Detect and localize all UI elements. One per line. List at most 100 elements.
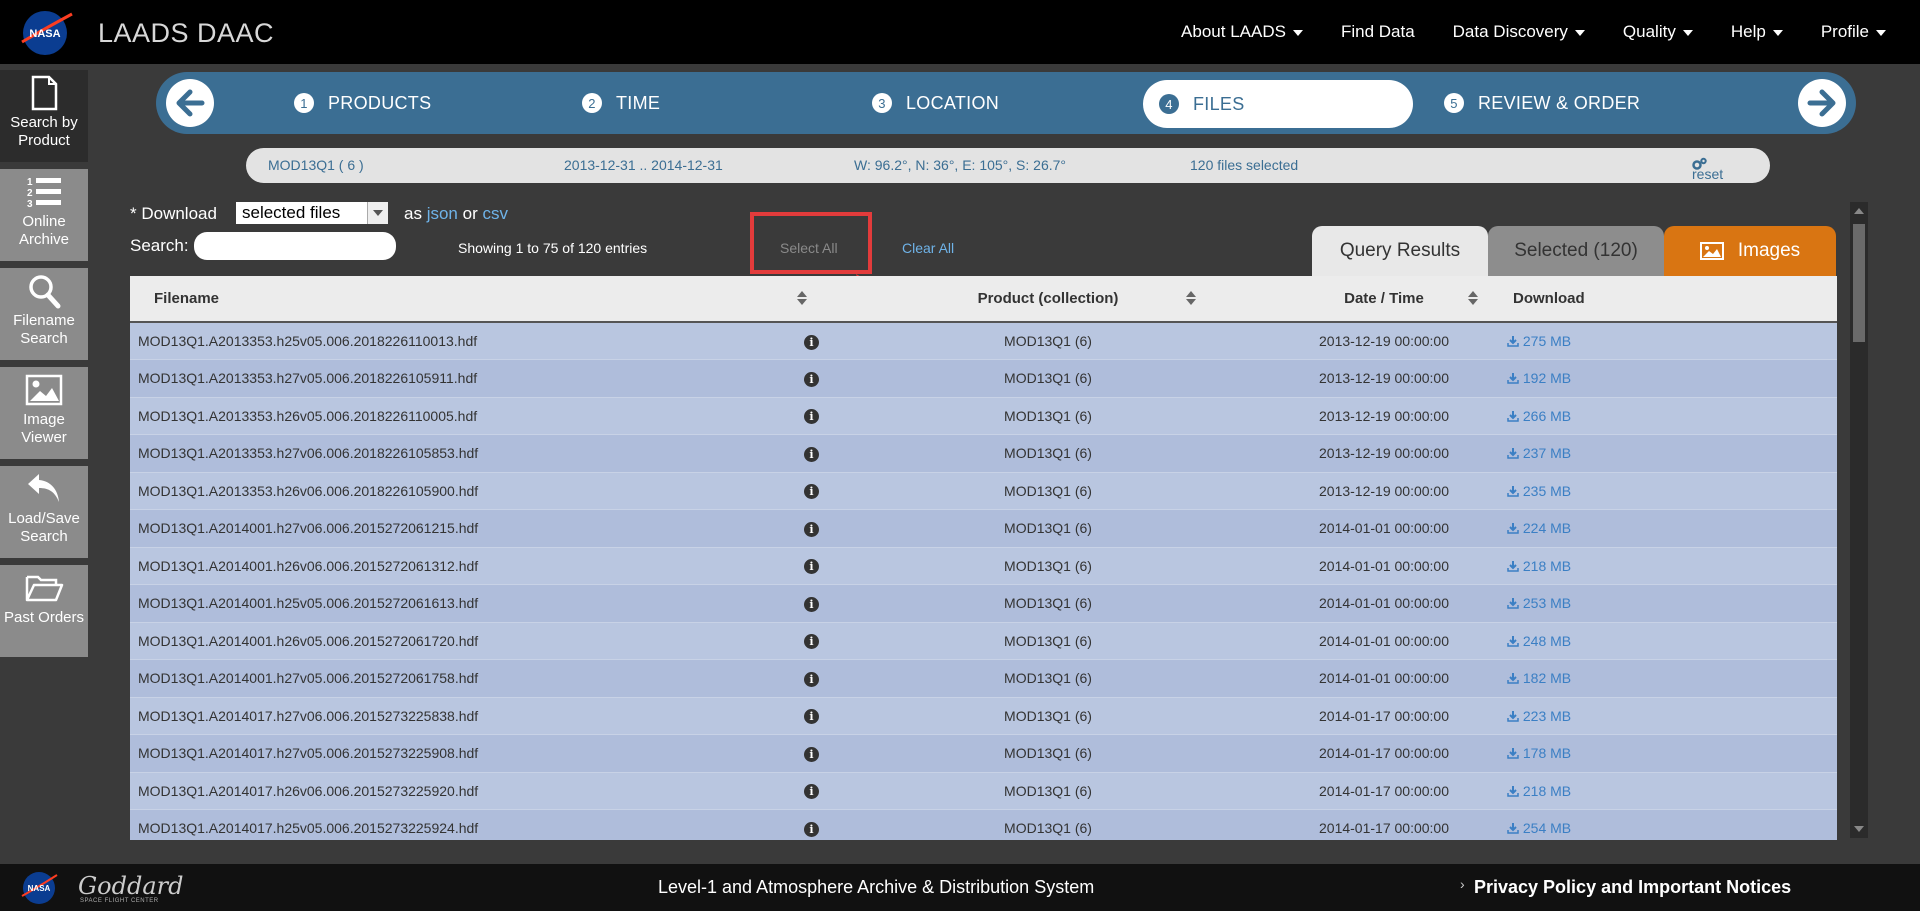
info-icon[interactable]: i: [804, 746, 819, 762]
table-row[interactable]: MOD13Q1.A2013353.h26v06.006.201822610590…: [130, 472, 1837, 510]
info-icon[interactable]: i: [804, 634, 819, 650]
cell-product: MOD13Q1 (6): [1004, 595, 1092, 612]
scrollbar-thumb[interactable]: [1853, 224, 1865, 342]
table-row[interactable]: MOD13Q1.A2014017.h27v05.006.201527322590…: [130, 734, 1837, 773]
tab-selected[interactable]: Selected (120): [1488, 226, 1664, 276]
download-icon: [1507, 523, 1519, 534]
summary-files[interactable]: 120 files selected: [1190, 157, 1298, 173]
info-icon[interactable]: i: [804, 334, 819, 350]
cell-product: MOD13Q1 (6): [1004, 745, 1092, 762]
tab-query-results[interactable]: Query Results: [1312, 226, 1488, 276]
download-format-select[interactable]: selected files: [236, 202, 388, 224]
download-icon: [1507, 710, 1519, 722]
sidebar-item-filename-search[interactable]: Filename Search: [0, 268, 88, 360]
sidebar-item-online-archive[interactable]: 1 2 3 Online Archive: [0, 169, 88, 261]
nav-profile[interactable]: Profile: [1821, 22, 1886, 42]
cell-download[interactable]: 254 MB: [1507, 810, 1837, 841]
cell-product: MOD13Q1 (6): [1004, 782, 1092, 799]
scroll-down-icon[interactable]: [1854, 826, 1864, 832]
table-row[interactable]: MOD13Q1.A2014001.h27v05.006.201527206175…: [130, 659, 1837, 698]
cell-download[interactable]: 275 MB: [1507, 322, 1837, 360]
info-icon[interactable]: i: [804, 821, 819, 837]
table-row[interactable]: MOD13Q1.A2014001.h27v06.006.201527206121…: [130, 509, 1837, 548]
cell-download[interactable]: 266 MB: [1507, 397, 1837, 435]
cell-download[interactable]: 218 MB: [1507, 547, 1837, 585]
table-row[interactable]: MOD13Q1.A2014017.h26v06.006.201527322592…: [130, 772, 1837, 810]
goddard-logo[interactable]: Goddard: [78, 872, 184, 900]
table-row[interactable]: MOD13Q1.A2013353.h27v06.006.201822610585…: [130, 434, 1837, 473]
nasa-logo-footer[interactable]: NASA: [20, 870, 58, 906]
json-link[interactable]: json: [427, 204, 458, 223]
cell-info: i: [730, 772, 893, 810]
cell-download[interactable]: 248 MB: [1507, 622, 1837, 660]
cell-download[interactable]: 178 MB: [1507, 735, 1837, 773]
wizard-step-time[interactable]: 2 TIME: [582, 72, 660, 134]
search-label: Search:: [130, 236, 189, 255]
cell-download[interactable]: 182 MB: [1507, 660, 1837, 698]
info-icon[interactable]: i: [804, 559, 819, 575]
cell-download[interactable]: 218 MB: [1507, 772, 1837, 810]
app-title: LAADS DAAC: [98, 18, 275, 48]
table-row[interactable]: MOD13Q1.A2014017.h25v05.006.201527322592…: [130, 809, 1837, 841]
results-table-container: Filename Product (collection) Date / Tim…: [130, 276, 1837, 840]
clear-all-button[interactable]: Clear All: [902, 240, 954, 256]
info-icon[interactable]: i: [804, 371, 819, 387]
info-icon[interactable]: i: [804, 784, 819, 800]
cell-download[interactable]: 253 MB: [1507, 585, 1837, 623]
wizard-step-products[interactable]: 1 PRODUCTS: [294, 72, 431, 134]
wizard-step-files[interactable]: 4 FILES: [1143, 80, 1413, 128]
table-row[interactable]: MOD13Q1.A2014017.h27v06.006.201527322583…: [130, 697, 1837, 735]
previous-step-button[interactable]: [166, 79, 214, 127]
info-icon[interactable]: i: [804, 409, 819, 425]
wizard-step-review-order[interactable]: 5 REVIEW & ORDER: [1444, 72, 1640, 134]
table-row[interactable]: MOD13Q1.A2014001.h26v05.006.201527206172…: [130, 622, 1837, 660]
cell-download[interactable]: 237 MB: [1507, 435, 1837, 473]
step-number: 1: [294, 93, 314, 113]
info-icon[interactable]: i: [804, 709, 819, 725]
sidebar-item-image-viewer[interactable]: Image Viewer: [0, 367, 88, 459]
nav-quality[interactable]: Quality: [1623, 22, 1693, 42]
summary-product[interactable]: MOD13Q1 ( 6 ): [268, 157, 364, 173]
info-icon[interactable]: i: [804, 484, 819, 500]
summary-bbox[interactable]: W: 96.2°, N: 36°, E: 105°, S: 26.7°: [854, 157, 1066, 173]
page-scrollbar[interactable]: [1850, 202, 1868, 838]
reset-button[interactable]: reset: [1692, 157, 1723, 182]
table-row[interactable]: MOD13Q1.A2013353.h25v05.006.201822611001…: [130, 322, 1837, 360]
column-header-product[interactable]: Product (collection): [893, 276, 1203, 323]
cell-download[interactable]: 235 MB: [1507, 472, 1837, 510]
next-step-button[interactable]: [1798, 79, 1846, 127]
nav-help[interactable]: Help: [1731, 22, 1783, 42]
search-input[interactable]: [194, 232, 396, 260]
cell-product: MOD13Q1 (6): [1004, 820, 1092, 837]
info-icon[interactable]: i: [804, 521, 819, 537]
column-header-date[interactable]: Date / Time: [1203, 276, 1565, 323]
cell-product: MOD13Q1 (6): [1004, 482, 1092, 499]
nav-find-data[interactable]: Find Data: [1341, 22, 1415, 42]
footer-system-name: Level-1 and Atmosphere Archive & Distrib…: [658, 877, 1095, 897]
column-header-filename[interactable]: Filename: [130, 276, 807, 323]
sidebar-item-search-by-product[interactable]: Search by Product: [0, 70, 88, 162]
nasa-logo[interactable]: NASA: [18, 8, 74, 58]
nav-about-laads[interactable]: About LAADS: [1181, 22, 1303, 42]
info-icon[interactable]: i: [804, 446, 819, 462]
summary-dates[interactable]: 2013-12-31 .. 2014-12-31: [564, 157, 723, 173]
tab-images[interactable]: Images: [1664, 226, 1836, 276]
table-row[interactable]: MOD13Q1.A2014001.h26v06.006.201527206131…: [130, 547, 1837, 585]
cell-download[interactable]: 224 MB: [1507, 510, 1837, 548]
cell-download[interactable]: 192 MB: [1507, 360, 1837, 398]
csv-link[interactable]: csv: [482, 204, 508, 223]
cell-filename: MOD13Q1.A2013353.h27v06.006.201822610585…: [138, 445, 479, 462]
sidebar-item-past-orders[interactable]: Past Orders: [0, 565, 88, 657]
table-row[interactable]: MOD13Q1.A2013353.h27v05.006.201822610591…: [130, 359, 1837, 398]
table-row[interactable]: MOD13Q1.A2014001.h25v05.006.201527206161…: [130, 584, 1837, 623]
info-icon[interactable]: i: [804, 596, 819, 612]
cell-info: i: [730, 810, 893, 841]
privacy-policy-link[interactable]: Privacy Policy and Important Notices: [1474, 877, 1791, 898]
wizard-step-location[interactable]: 3 LOCATION: [872, 72, 999, 134]
scroll-up-icon[interactable]: [1854, 208, 1864, 214]
sidebar-item-load-save-search[interactable]: Load/Save Search: [0, 466, 88, 558]
info-icon[interactable]: i: [804, 671, 819, 687]
cell-download[interactable]: 223 MB: [1507, 697, 1837, 735]
nav-data-discovery[interactable]: Data Discovery: [1453, 22, 1585, 42]
table-row[interactable]: MOD13Q1.A2013353.h26v05.006.201822611000…: [130, 397, 1837, 435]
